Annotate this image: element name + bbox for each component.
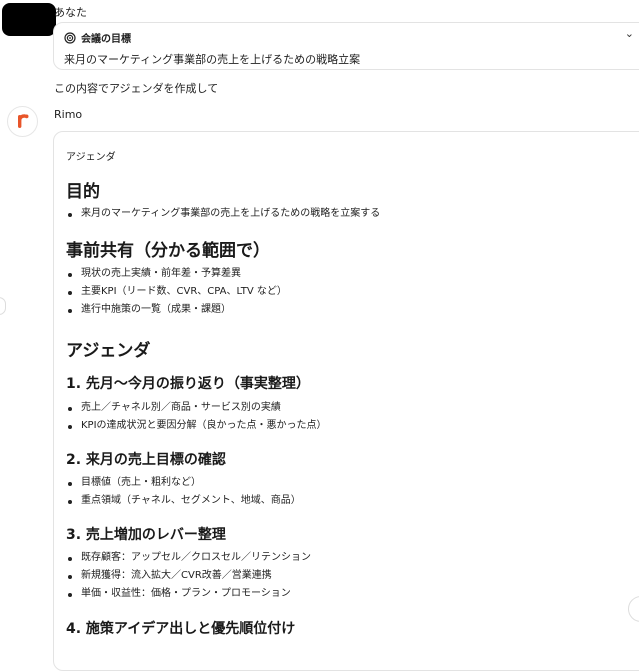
section-title: 目的	[66, 182, 100, 202]
rimo-logo-mark	[18, 114, 29, 128]
bullet-list: 売上／チャネル別／商品・サービス別の実績 KPIの達成状況と要因分解（良かった点…	[66, 399, 327, 435]
list-item: 主要KPI（リード数、CVR、CPA、LTV など）	[66, 283, 287, 301]
section-title: 事前共有（分かる範囲で）	[66, 241, 270, 261]
user-message: この内容でアジェンダを作成して	[54, 82, 219, 95]
agenda-card: アジェンダ 目的 来月のマーケティング事業部の売上を上げるための戦略を立案する …	[53, 131, 639, 671]
bullet-list: 現状の売上実績・前年差・予算差異 主要KPI（リード数、CVR、CPA、LTV …	[66, 265, 287, 319]
list-item: 進行中施策の一覧（成果・課題）	[66, 301, 287, 319]
assistant-name: Rimo	[54, 108, 83, 121]
list-item: 目標値（売上・粗利など）	[66, 474, 301, 492]
user-name: あなた	[54, 6, 87, 19]
list-item: 新規獲得：流入拡大／CVR改善／営業連携	[66, 567, 311, 585]
list-item: 単価・収益性：価格・プラン・プロモーション	[66, 585, 311, 603]
bullet-list: 目標値（売上・粗利など） 重点領域（チャネル、セグメント、地域、商品）	[66, 474, 301, 510]
goal-heading: 会議の目標	[81, 34, 131, 45]
goal-header: 会議の目標	[64, 30, 131, 45]
user-avatar	[2, 3, 56, 36]
list-item: 既存顧客：アップセル／クロスセル／リテンション	[66, 549, 311, 567]
chevron-down-icon[interactable]: ⌄	[625, 27, 634, 40]
section-title: アジェンダ	[66, 341, 151, 361]
doc-label: アジェンダ	[66, 152, 116, 163]
list-item: 売上／チャネル別／商品・サービス別の実績	[66, 399, 327, 417]
topic-title: 1. 先月〜今月の振り返り（事実整理）	[66, 376, 310, 392]
list-item: 重点領域（チャネル、セグメント、地域、商品）	[66, 492, 301, 510]
bullet-list: 既存顧客：アップセル／クロスセル／リテンション 新規獲得：流入拡大／CVR改善／…	[66, 549, 311, 603]
bullet-list: 来月のマーケティング事業部の売上を上げるための戦略を立案する	[66, 205, 380, 223]
rimo-logo-icon	[7, 106, 38, 137]
target-icon	[64, 31, 76, 44]
topic-title: 2. 来月の売上目標の確認	[66, 452, 226, 468]
sidebar-toggle[interactable]	[0, 297, 6, 315]
list-item: 現状の売上実績・前年差・予算差異	[66, 265, 287, 283]
list-item: 来月のマーケティング事業部の売上を上げるための戦略を立案する	[66, 205, 380, 223]
topic-title: 3. 売上増加のレバー整理	[66, 527, 226, 543]
goal-card[interactable]: 会議の目標 ⌄ 来月のマーケティング事業部の売上を上げるための戦略立案	[53, 22, 639, 70]
list-item: KPIの達成状況と要因分解（良かった点・悪かった点）	[66, 417, 327, 435]
topic-title: 4. 施策アイデア出しと優先順位付け	[66, 621, 296, 637]
goal-text: 来月のマーケティング事業部の売上を上げるための戦略立案	[64, 53, 361, 66]
